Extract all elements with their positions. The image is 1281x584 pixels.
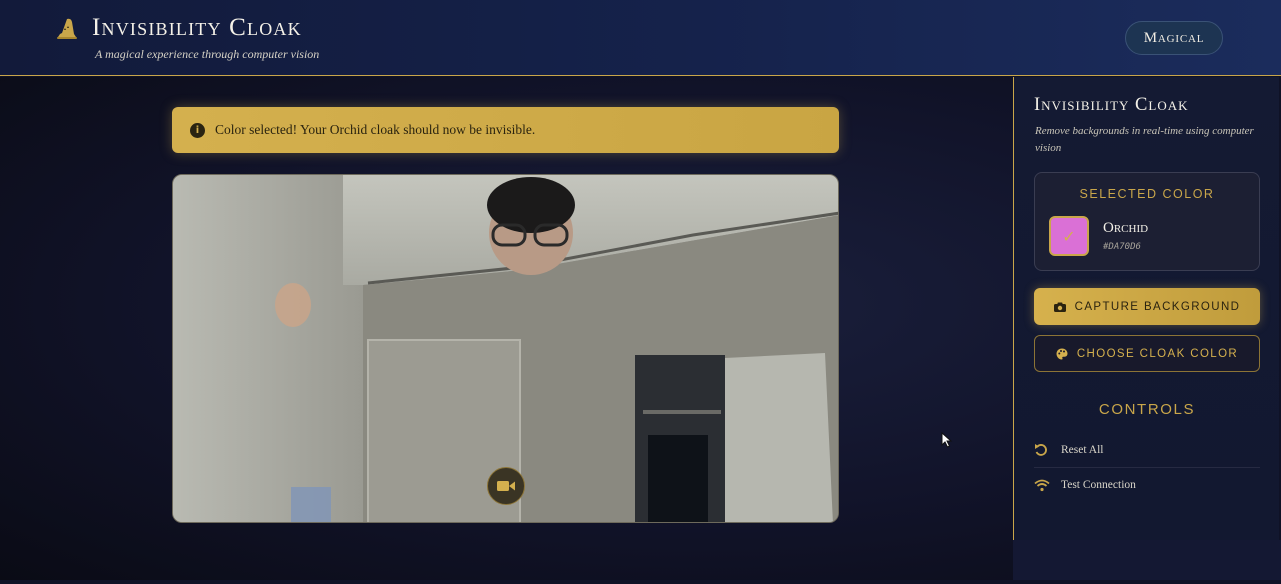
alert-message: Color selected! Your Orchid cloak should…	[215, 122, 536, 137]
app-header: Invisibility Cloak A magical experience …	[0, 0, 1281, 76]
checkmark-icon: ✓	[1062, 226, 1076, 246]
capture-background-button[interactable]: CAPTURE BACKGROUND	[1034, 288, 1260, 325]
app-title: Invisibility Cloak	[92, 14, 302, 41]
control-sidebar: Invisibility Cloak Remove backgrounds in…	[1013, 77, 1279, 540]
main-stage: i Color selected! Your Orchid cloak shou…	[0, 77, 1013, 580]
wifi-icon	[1034, 479, 1052, 492]
sidebar-description: Remove backgrounds in real-time using co…	[1035, 125, 1254, 154]
controls-heading: CONTROLS	[1098, 401, 1196, 418]
color-swatch[interactable]: ✓	[1049, 216, 1089, 256]
mouse-cursor-icon	[941, 432, 953, 448]
selected-color-hex: #DA70D6	[1103, 242, 1141, 252]
undo-icon	[1034, 443, 1052, 457]
info-icon: i	[190, 122, 205, 138]
choose-cloak-color-label: CHOOSE CLOAK COLOR	[1076, 347, 1239, 360]
palette-icon	[1056, 348, 1068, 360]
sidebar-title: Invisibility Cloak	[1034, 95, 1189, 115]
magical-mode-button[interactable]: Magical	[1125, 21, 1223, 55]
camera-feed	[172, 174, 839, 523]
test-connection-button[interactable]: Test Connection	[1034, 468, 1260, 502]
app-subtitle: A magical experience through computer vi…	[95, 47, 320, 61]
video-camera-icon	[497, 481, 515, 491]
choose-cloak-color-button[interactable]: CHOOSE CLOAK COLOR	[1034, 335, 1260, 372]
camera-icon	[1053, 302, 1066, 312]
selected-color-heading: SELECTED COLOR	[1079, 187, 1215, 201]
sidebar-footer	[1013, 540, 1281, 580]
selected-color-name: Orchid	[1103, 220, 1149, 236]
camera-toggle-button[interactable]	[487, 467, 525, 505]
capture-background-label: CAPTURE BACKGROUND	[1074, 300, 1241, 313]
wizard-hat-icon	[57, 18, 77, 39]
reset-all-label: Reset All	[1061, 444, 1104, 456]
status-alert: i Color selected! Your Orchid cloak shou…	[172, 107, 839, 153]
reset-all-button[interactable]: Reset All	[1034, 433, 1260, 467]
selected-color-card: SELECTED COLOR ✓ Orchid #DA70D6	[1034, 172, 1260, 271]
test-connection-label: Test Connection	[1061, 479, 1136, 491]
